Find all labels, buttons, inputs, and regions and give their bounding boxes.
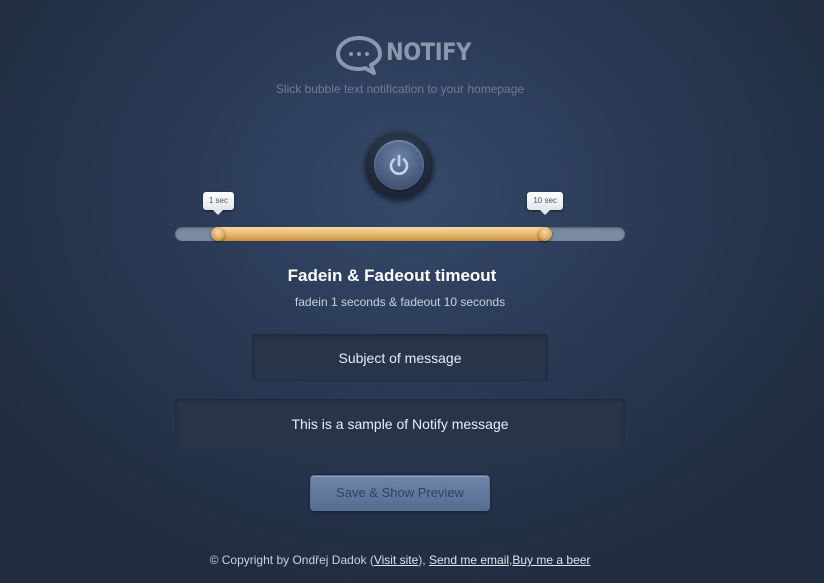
footer: © Copyright by Ondřej Dadok (Visit site)…	[0, 553, 800, 567]
subject-input[interactable]	[252, 334, 548, 382]
send-email-link[interactable]: Send me email	[429, 553, 509, 567]
power-button-face[interactable]	[374, 140, 424, 190]
app-name: NOTIFY	[386, 38, 471, 66]
visit-site-link[interactable]: Visit site	[374, 553, 418, 567]
fadeout-tooltip: 10 sec	[527, 192, 563, 215]
message-input[interactable]	[175, 399, 625, 449]
copyright-text: © Copyright by Ondřej Dadok (	[209, 553, 374, 567]
save-show-preview-button[interactable]: Save & Show Preview	[310, 475, 490, 511]
fadein-tooltip: 1 sec	[202, 192, 234, 215]
timeout-summary: fadein 1 seconds & fadeout 10 seconds	[294, 295, 506, 309]
power-icon	[389, 154, 409, 175]
speech-bubble-icon	[336, 36, 382, 75]
tagline: Slick bubble text notification to your h…	[275, 82, 525, 96]
timeout-slider-range	[211, 227, 553, 241]
logo: NOTIFY	[336, 33, 471, 75]
buy-beer-link[interactable]: Buy me a beer	[512, 553, 590, 567]
footer-separator: ),	[418, 553, 426, 567]
power-toggle[interactable]	[365, 131, 433, 199]
timeout-title: Fadein & Fadeout timeout	[287, 266, 497, 285]
